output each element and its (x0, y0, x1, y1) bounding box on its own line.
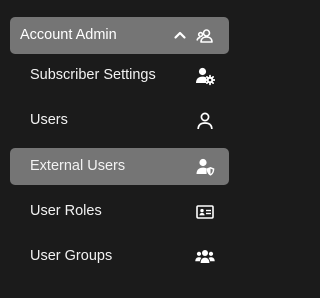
sidebar-item-label: External Users (30, 158, 126, 174)
sidebar-item-label: User Groups (30, 248, 113, 264)
sidebar-item-user-groups[interactable]: User Groups (10, 238, 229, 275)
sidebar-item-label: Subscriber Settings (30, 67, 156, 83)
sidebar-item-subscriber-settings[interactable]: Subscriber Settings (10, 57, 229, 94)
users-icon (195, 247, 215, 267)
sidebar-item-external-users[interactable]: External Users (10, 148, 229, 185)
account-admin-nav: Account Admin Subscriber Settings Users … (0, 0, 239, 298)
user-shield-icon (195, 157, 215, 177)
user-gear-icon (195, 66, 215, 86)
sidebar-item-label: Users (30, 112, 68, 128)
sidebar-item-label: User Roles (30, 203, 102, 219)
user-outline-icon (195, 111, 215, 131)
users-group-outline-icon (196, 26, 216, 46)
account-admin-section-header[interactable]: Account Admin (10, 17, 229, 54)
sidebar-item-user-roles[interactable]: User Roles (10, 193, 229, 230)
section-title: Account Admin (20, 27, 117, 43)
id-card-icon (195, 202, 215, 222)
sidebar-item-users[interactable]: Users (10, 102, 229, 139)
chevron-up-icon[interactable] (173, 28, 187, 42)
